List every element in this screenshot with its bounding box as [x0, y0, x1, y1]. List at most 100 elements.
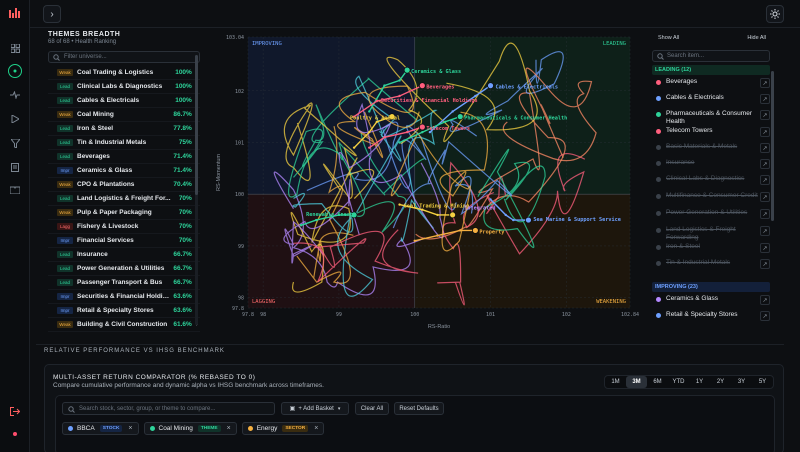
- breadth-row[interactable]: Impr Securities & Financial Holdin... 63.6…: [48, 290, 200, 304]
- breadth-row[interactable]: WeakBuilding & Civil Construction61.6%›: [48, 318, 200, 332]
- breadth-row[interactable]: LeadLand Logistics & Freight For...70%›: [48, 192, 200, 206]
- logo-icon: [9, 8, 20, 18]
- comparator-title: MULTI-ASSET RETURN COMPARATOR (% REBASED…: [53, 374, 256, 381]
- open-external-icon[interactable]: ↗: [760, 94, 770, 104]
- filter-icon[interactable]: [8, 136, 22, 150]
- grid-icon[interactable]: [8, 41, 22, 55]
- open-external-icon[interactable]: ↗: [760, 259, 770, 269]
- watch-item[interactable]: Iron & Steel ↗: [652, 243, 770, 253]
- breadth-row[interactable]: LeadTin & Industrial Metals75%›: [48, 136, 200, 150]
- open-external-icon[interactable]: ↗: [760, 175, 770, 185]
- watch-item[interactable]: Telecom Towers ↗: [652, 127, 770, 137]
- remove-chip-icon[interactable]: ×: [314, 425, 318, 432]
- series-head-point[interactable]: [471, 227, 479, 234]
- breadth-row[interactable]: LeadPower Generation & Utilities66.7%›: [48, 262, 200, 276]
- series-head-point[interactable]: [449, 211, 457, 219]
- breadth-row[interactable]: WeakCoal Trading & Logistics100%›: [48, 66, 200, 80]
- open-external-icon[interactable]: ↗: [760, 110, 770, 120]
- section-leading[interactable]: LEADING (12): [652, 65, 770, 75]
- reset-defaults-button[interactable]: Reset Defaults: [394, 402, 444, 415]
- book-icon[interactable]: [8, 183, 22, 197]
- breadth-scrollbar[interactable]: [195, 55, 198, 325]
- open-external-icon[interactable]: ↗: [760, 311, 770, 321]
- watch-item[interactable]: Multifinance & Consumer Credit ↗: [652, 192, 770, 202]
- clear-all-button[interactable]: Clear All: [355, 402, 389, 415]
- activity-icon[interactable]: [8, 88, 22, 102]
- compare-chip[interactable]: BBCA STOCK ×: [62, 422, 139, 435]
- series-head-point[interactable]: [525, 216, 532, 224]
- open-external-icon[interactable]: ↗: [760, 192, 770, 202]
- add-basket-button[interactable]: ▣ + Add Basket ▾: [281, 402, 349, 415]
- watch-item[interactable]: Ceramics & Glass ↗: [652, 295, 770, 305]
- breadth-row[interactable]: LeadInsurance66.7%›: [48, 248, 200, 262]
- open-external-icon[interactable]: ↗: [760, 143, 770, 153]
- timeframe-2y[interactable]: 2Y: [710, 376, 731, 388]
- filter-universe-input[interactable]: Filter universe...: [48, 51, 200, 63]
- search-item-input[interactable]: Search item...: [652, 50, 770, 62]
- timeframe-3y[interactable]: 3Y: [731, 376, 752, 388]
- open-external-icon[interactable]: ↗: [760, 78, 770, 88]
- play-icon[interactable]: [8, 112, 22, 126]
- breadth-row[interactable]: ImprFinancial Services70%›: [48, 234, 200, 248]
- watch-item[interactable]: Pharmaceuticals & Consumer Health ↗: [652, 110, 770, 126]
- breadth-percent: 70.4%: [173, 181, 192, 188]
- series-head-point[interactable]: [418, 123, 426, 131]
- watch-item[interactable]: Power Generation & Utilities ↗: [652, 209, 770, 219]
- breadth-row[interactable]: LeadIron & Steel77.8%›: [48, 122, 200, 136]
- breadth-row[interactable]: WeakCoal Mining86.7%›: [48, 108, 200, 122]
- timeframe-3m[interactable]: 3M: [626, 376, 647, 388]
- breadth-row[interactable]: LaggFishery & Livestock70%›: [48, 220, 200, 234]
- section-improving[interactable]: IMPROVING (23): [652, 282, 770, 292]
- series-head-point[interactable]: [403, 66, 411, 74]
- series-head-point[interactable]: [487, 82, 494, 90]
- open-external-icon[interactable]: ↗: [760, 209, 770, 219]
- watch-item[interactable]: Clinical Labs & Diagnostics ↗: [652, 175, 770, 185]
- remove-chip-icon[interactable]: ×: [227, 425, 231, 432]
- timeframe-1m[interactable]: 1M: [605, 376, 626, 388]
- watch-item[interactable]: Tin & Industrial Metals ↗: [652, 259, 770, 269]
- compass-icon[interactable]: [8, 64, 22, 78]
- theme-toggle-button[interactable]: [766, 5, 784, 23]
- breadth-list: WeakCoal Trading & Logistics100%›LeadCli…: [48, 66, 200, 332]
- timeframe-ytd[interactable]: YTD: [668, 376, 689, 388]
- watch-item[interactable]: Basic Materials & Metals ↗: [652, 143, 770, 153]
- watch-item[interactable]: Beverages ↗: [652, 78, 770, 88]
- open-external-icon[interactable]: ↗: [760, 243, 770, 253]
- breadth-row[interactable]: ImprCeramics & Glass71.4%›: [48, 164, 200, 178]
- watch-item[interactable]: Retail & Specialty Stores ↗: [652, 311, 770, 321]
- series-head-point[interactable]: [418, 82, 426, 90]
- logout-icon[interactable]: [8, 404, 22, 418]
- open-external-icon[interactable]: ↗: [760, 127, 770, 137]
- theme-name: CPO & Plantations: [77, 181, 135, 188]
- remove-chip-icon[interactable]: ×: [128, 425, 132, 432]
- breadth-row[interactable]: WeakCPO & Plantations70.4%›: [48, 178, 200, 192]
- status-badge: Weak: [57, 69, 73, 76]
- watch-item[interactable]: Land Logistics & Freight Forwarding ↗: [652, 226, 770, 242]
- breadth-row[interactable]: LeadClinical Labs & Diagnostics100%›: [48, 80, 200, 94]
- hide-all-button[interactable]: Hide All: [743, 33, 770, 43]
- expand-sidebar-button[interactable]: ›: [43, 5, 61, 23]
- watchlist-scrollbar[interactable]: [771, 71, 774, 221]
- timeframe-5y[interactable]: 5Y: [752, 376, 773, 388]
- watch-item[interactable]: Insurance ↗: [652, 159, 770, 169]
- compare-chip[interactable]: Coal Mining THEME ×: [143, 422, 237, 435]
- x-tick-label: 99: [336, 312, 342, 318]
- document-icon[interactable]: [8, 160, 22, 174]
- breadth-row[interactable]: LeadCables & Electricals100%›: [48, 94, 200, 108]
- series-point: [383, 136, 386, 139]
- breadth-row[interactable]: LeadPassenger Transport & Bus66.7%›: [48, 276, 200, 290]
- compare-search-input[interactable]: Search stock, sector, group, or theme to…: [62, 402, 275, 415]
- watch-item[interactable]: Cables & Electricals ↗: [652, 94, 770, 104]
- series-head-point[interactable]: [456, 113, 464, 121]
- open-external-icon[interactable]: ↗: [760, 159, 770, 169]
- open-external-icon[interactable]: ↗: [760, 226, 770, 236]
- timeframe-6m[interactable]: 6M: [647, 376, 668, 388]
- breadth-row[interactable]: LeadBeverages71.4%›: [48, 150, 200, 164]
- breadth-row[interactable]: WeakPulp & Paper Packaging70%›: [48, 206, 200, 220]
- show-all-button[interactable]: Show All: [654, 33, 683, 43]
- timeframe-1y[interactable]: 1Y: [689, 376, 710, 388]
- series-point: [421, 130, 424, 134]
- compare-chip[interactable]: Energy SECTOR ×: [241, 422, 325, 435]
- open-external-icon[interactable]: ↗: [760, 295, 770, 305]
- breadth-row[interactable]: ImprRetail & Specialty Stores63.6%›: [48, 304, 200, 318]
